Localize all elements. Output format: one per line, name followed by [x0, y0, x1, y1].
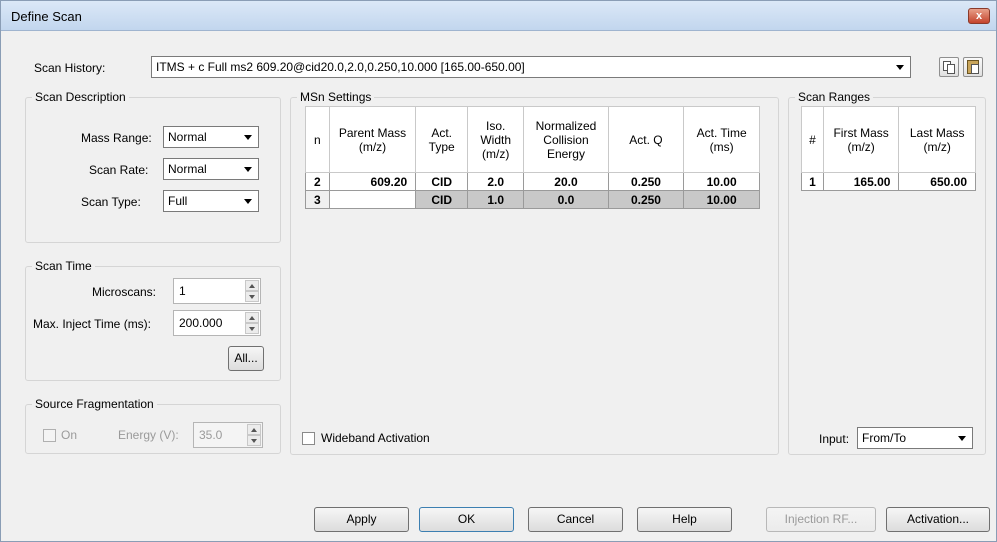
apply-button[interactable]: Apply: [314, 507, 409, 532]
max-inject-time-spinner[interactable]: 200.000: [173, 310, 261, 336]
source-frag-on-checkbox[interactable]: [43, 429, 56, 442]
ranges-header-last-mass: Last Mass (m/z): [898, 106, 976, 173]
close-button[interactable]: x: [968, 8, 990, 24]
scan-rate-label: Scan Rate:: [89, 163, 149, 177]
define-scan-window: Define Scan x Scan History: ITMS + c Ful…: [0, 0, 997, 542]
help-button[interactable]: Help: [637, 507, 732, 532]
spin-up-icon[interactable]: [247, 424, 261, 435]
msn-cell[interactable]: 2.0: [467, 172, 525, 191]
activation-button[interactable]: Activation...: [886, 507, 990, 532]
ranges-header-index: #: [801, 106, 824, 173]
chevron-down-icon: [244, 135, 252, 140]
msn-header-n: n: [305, 106, 330, 173]
scan-ranges-table: # First Mass (m/z) Last Mass (m/z) 1 165…: [801, 106, 976, 191]
ranges-cell[interactable]: 165.00: [822, 172, 900, 191]
table-row[interactable]: 1 165.00 650.00: [801, 172, 976, 191]
msn-header-collision-energy: Normalized Collision Energy: [523, 106, 609, 173]
source-fragmentation-title: Source Fragmentation: [32, 397, 157, 411]
max-inject-time-label: Max. Inject Time (ms):: [33, 317, 152, 331]
input-label: Input:: [819, 432, 850, 446]
max-inject-time-value: 200.000: [179, 316, 223, 330]
scan-time-title: Scan Time: [32, 259, 95, 273]
spin-down-icon[interactable]: [247, 435, 261, 446]
msn-cell[interactable]: 0.250: [607, 172, 685, 191]
mass-range-value: Normal: [168, 130, 207, 144]
scan-ranges-title: Scan Ranges: [795, 90, 874, 104]
energy-spinner[interactable]: 35.0: [193, 422, 263, 448]
msn-cell[interactable]: [328, 190, 417, 209]
all-button[interactable]: All...: [228, 346, 264, 371]
msn-cell[interactable]: 0.250: [607, 190, 685, 209]
ranges-cell[interactable]: 1: [801, 172, 824, 191]
msn-header-iso-width: Iso. Width (m/z): [467, 106, 525, 173]
table-row[interactable]: 3 CID 1.0 0.0 0.250 10.00: [305, 190, 760, 209]
spin-down-icon[interactable]: [245, 291, 259, 302]
cancel-button[interactable]: Cancel: [528, 507, 623, 532]
title-bar: Define Scan x: [1, 1, 996, 31]
msn-cell[interactable]: CID: [415, 190, 469, 209]
msn-header-act-q: Act. Q: [607, 106, 685, 173]
msn-cell[interactable]: 0.0: [523, 190, 609, 209]
scan-type-value: Full: [168, 194, 188, 208]
ok-button[interactable]: OK: [419, 507, 514, 532]
msn-cell[interactable]: CID: [415, 172, 469, 191]
msn-cell[interactable]: 20.0: [523, 172, 609, 191]
wideband-activation-label: Wideband Activation: [321, 431, 430, 445]
close-icon: x: [975, 10, 983, 22]
microscans-spinner[interactable]: 1: [173, 278, 261, 304]
msn-header-act-time: Act. Time (ms): [683, 106, 760, 173]
scan-history-label: Scan History:: [34, 61, 106, 75]
chevron-down-icon: [244, 167, 252, 172]
ranges-cell[interactable]: 650.00: [898, 172, 976, 191]
wideband-activation-checkbox[interactable]: [302, 432, 315, 445]
microscans-value: 1: [179, 284, 186, 298]
msn-header-act-type: Act. Type: [415, 106, 469, 173]
energy-value: 35.0: [199, 428, 223, 442]
spin-down-icon[interactable]: [245, 323, 259, 334]
injection-rf-button[interactable]: Injection RF...: [766, 507, 876, 532]
msn-cell[interactable]: 10.00: [683, 172, 760, 191]
chevron-down-icon: [244, 199, 252, 204]
ranges-header-first-mass: First Mass (m/z): [822, 106, 900, 173]
chevron-down-icon: [958, 436, 966, 441]
msn-cell[interactable]: 1.0: [467, 190, 525, 209]
paste-button[interactable]: [963, 57, 983, 77]
scan-history-select[interactable]: ITMS + c Full ms2 609.20@cid20.0,2.0,0.2…: [151, 56, 911, 78]
scan-type-label: Scan Type:: [81, 195, 141, 209]
scan-rate-select[interactable]: Normal: [163, 158, 259, 180]
msn-settings-title: MSn Settings: [297, 90, 375, 104]
msn-cell[interactable]: 10.00: [683, 190, 760, 209]
mass-range-label: Mass Range:: [81, 131, 152, 145]
scan-history-value: ITMS + c Full ms2 609.20@cid20.0,2.0,0.2…: [156, 60, 525, 74]
window-title: Define Scan: [11, 9, 82, 24]
mass-range-select[interactable]: Normal: [163, 126, 259, 148]
copy-button[interactable]: [939, 57, 959, 77]
input-mode-value: From/To: [862, 431, 907, 445]
energy-label: Energy (V):: [118, 428, 179, 442]
msn-header-parent-mass: Parent Mass (m/z): [328, 106, 417, 173]
scan-description-title: Scan Description: [32, 90, 129, 104]
chevron-down-icon: [896, 65, 904, 70]
msn-settings-table: n Parent Mass (m/z) Act. Type Iso. Width…: [305, 106, 760, 209]
msn-cell[interactable]: 3: [305, 190, 330, 209]
microscans-label: Microscans:: [92, 285, 157, 299]
input-mode-select[interactable]: From/To: [857, 427, 973, 449]
scan-type-select[interactable]: Full: [163, 190, 259, 212]
source-frag-on-label: On: [61, 428, 78, 442]
msn-cell[interactable]: 609.20: [328, 172, 417, 191]
scan-rate-value: Normal: [168, 162, 207, 176]
spin-up-icon[interactable]: [245, 312, 259, 323]
table-row[interactable]: 2 609.20 CID 2.0 20.0 0.250 10.00: [305, 172, 760, 191]
spin-up-icon[interactable]: [245, 280, 259, 291]
msn-cell[interactable]: 2: [305, 172, 330, 191]
